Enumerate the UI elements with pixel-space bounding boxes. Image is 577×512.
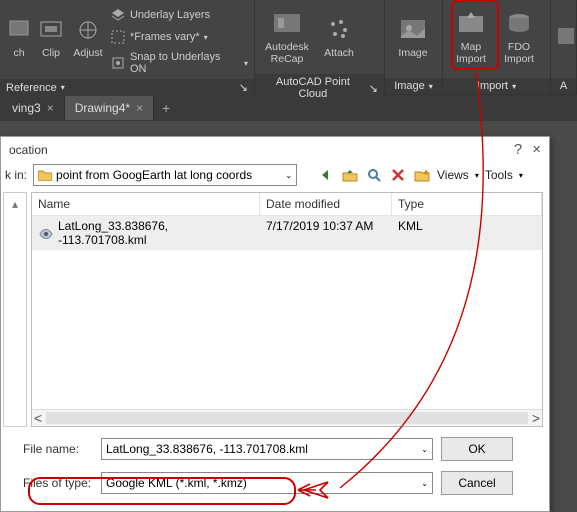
partial-icon: [551, 21, 577, 51]
folder-name: point from GoogEarth lat long coords: [56, 168, 281, 182]
tab2-label: Drawing4*: [75, 101, 130, 115]
views-caret-icon[interactable]: ▾: [475, 171, 479, 180]
attach-pc-button[interactable]: Attach: [315, 2, 363, 72]
snap-label: Snap to Underlays ON: [130, 51, 240, 75]
map-import-label: Map Import: [447, 41, 495, 65]
file-type-label: Files of type:: [23, 476, 93, 490]
expand-icon: ▾: [512, 82, 516, 91]
map-import-button[interactable]: Map Import: [447, 2, 495, 72]
snap-icon: [110, 55, 126, 71]
back-button[interactable]: [317, 166, 335, 184]
file-row[interactable]: LatLong_33.838676, -113.701708.kml 7/17/…: [32, 216, 542, 250]
tab1-label: ving3: [12, 101, 41, 115]
ref-btn-label: ch: [13, 47, 24, 59]
column-type-header[interactable]: Type: [392, 193, 542, 215]
file-type-value: Google KML (*.kml, *.kmz): [106, 476, 247, 490]
adjust-label: Adjust: [73, 47, 102, 59]
adjust-icon: [73, 15, 103, 45]
tab-drawing4[interactable]: Drawing4* ×: [65, 96, 154, 120]
dropdown-icon[interactable]: ⌄: [421, 445, 428, 454]
dropdown-icon: ⌄: [285, 171, 292, 180]
close-button[interactable]: ×: [532, 141, 541, 158]
scroll-left-icon[interactable]: <: [34, 410, 42, 426]
close-tab-icon[interactable]: ×: [136, 101, 143, 115]
import-location-dialog: ocation ? × k in: point from GoogEarth l…: [0, 136, 550, 512]
file-type-dropdown[interactable]: Google KML (*.kml, *.kmz) ⌄: [101, 472, 433, 494]
frames-icon: [110, 29, 126, 45]
clip-button[interactable]: Clip: [34, 2, 68, 72]
map-import-icon: [456, 9, 486, 39]
snap-underlays-button[interactable]: Snap to Underlays ON ▾: [108, 49, 250, 77]
frames-vary-button[interactable]: *Frames vary* ▾: [108, 27, 250, 47]
new-tab-button[interactable]: +: [154, 100, 178, 116]
pointcloud-group-footer[interactable]: AutoCAD Point Cloud ↘: [255, 74, 384, 102]
up-button[interactable]: [341, 166, 359, 184]
recap-label: Autodesk ReCap: [259, 41, 315, 65]
column-name-header[interactable]: Name: [32, 193, 260, 215]
file-list[interactable]: Name Date modified Type LatLong_33.83867…: [31, 192, 543, 427]
horizontal-scrollbar[interactable]: < >: [32, 409, 542, 426]
caret-icon: ▾: [244, 59, 248, 68]
expand-icon: ▾: [429, 82, 433, 91]
sidebar-up-icon[interactable]: ▴: [12, 197, 18, 426]
clip-label: Clip: [42, 47, 60, 59]
tab-drawing3[interactable]: ving3 ×: [2, 96, 65, 120]
pc-footer-label: AutoCAD Point Cloud: [261, 76, 365, 100]
file-name-cell: LatLong_33.838676, -113.701708.kml: [58, 219, 254, 247]
image-group-footer[interactable]: Image ▾: [385, 78, 442, 94]
tools-button[interactable]: Tools: [485, 168, 513, 182]
adjust-button[interactable]: Adjust: [68, 2, 108, 72]
dropdown-icon[interactable]: ⌄: [421, 479, 428, 488]
folder-icon: [38, 169, 52, 181]
recap-button[interactable]: Autodesk ReCap: [259, 2, 315, 72]
close-tab-icon[interactable]: ×: [47, 101, 54, 115]
file-name-label: File name:: [23, 442, 93, 456]
fdo-import-button[interactable]: FDO Import: [495, 2, 543, 72]
file-date-cell: 7/17/2019 10:37 AM: [260, 216, 392, 250]
dialog-title: ocation: [9, 143, 48, 157]
column-date-header[interactable]: Date modified: [260, 193, 392, 215]
reference-footer-label: Reference: [6, 82, 57, 94]
import-group-footer[interactable]: Import ▾: [443, 78, 550, 94]
scroll-right-icon[interactable]: >: [532, 410, 540, 426]
image-button[interactable]: Image: [389, 2, 437, 72]
fdo-label: FDO Import: [495, 41, 543, 65]
recap-icon: [272, 9, 302, 39]
new-folder-button[interactable]: [413, 166, 431, 184]
file-name-input[interactable]: LatLong_33.838676, -113.701708.kml ⌄: [101, 438, 433, 460]
fdo-icon: [504, 9, 534, 39]
image-footer-label: Image: [394, 80, 425, 92]
views-button[interactable]: Views: [437, 168, 469, 182]
clip-icon: [36, 15, 66, 45]
places-sidebar[interactable]: ▴: [3, 192, 27, 427]
attach-pc-icon: [324, 15, 354, 45]
layers-icon: [110, 7, 126, 23]
tools-caret-icon[interactable]: ▾: [519, 171, 523, 180]
partial-button[interactable]: [555, 2, 577, 72]
partial-footer: A: [551, 78, 576, 94]
underlay-label: Underlay Layers: [130, 9, 210, 21]
file-name-value: LatLong_33.838676, -113.701708.kml: [106, 442, 308, 456]
attach-pc-label: Attach: [324, 47, 354, 59]
look-in-dropdown[interactable]: point from GoogEarth lat long coords ⌄: [33, 164, 297, 186]
kml-file-icon: [38, 226, 54, 240]
ref-icon: [4, 15, 34, 45]
import-footer-label: Import: [477, 80, 508, 92]
reference-group-footer[interactable]: Reference ▾ ↘: [0, 79, 254, 96]
caret-icon: ▾: [204, 33, 208, 42]
frames-label: *Frames vary*: [130, 31, 200, 43]
delete-button[interactable]: [389, 166, 407, 184]
attach-ref-button[interactable]: ch: [4, 2, 34, 72]
search-web-button[interactable]: [365, 166, 383, 184]
ok-button[interactable]: OK: [441, 437, 513, 461]
file-type-cell: KML: [392, 216, 542, 250]
expand-icon: ▾: [61, 83, 65, 92]
cancel-button[interactable]: Cancel: [441, 471, 513, 495]
image-icon: [398, 15, 428, 45]
image-label: Image: [398, 47, 427, 59]
look-in-label: k in:: [5, 168, 27, 182]
underlay-layers-button[interactable]: Underlay Layers: [108, 5, 250, 25]
help-button[interactable]: ?: [514, 141, 522, 158]
